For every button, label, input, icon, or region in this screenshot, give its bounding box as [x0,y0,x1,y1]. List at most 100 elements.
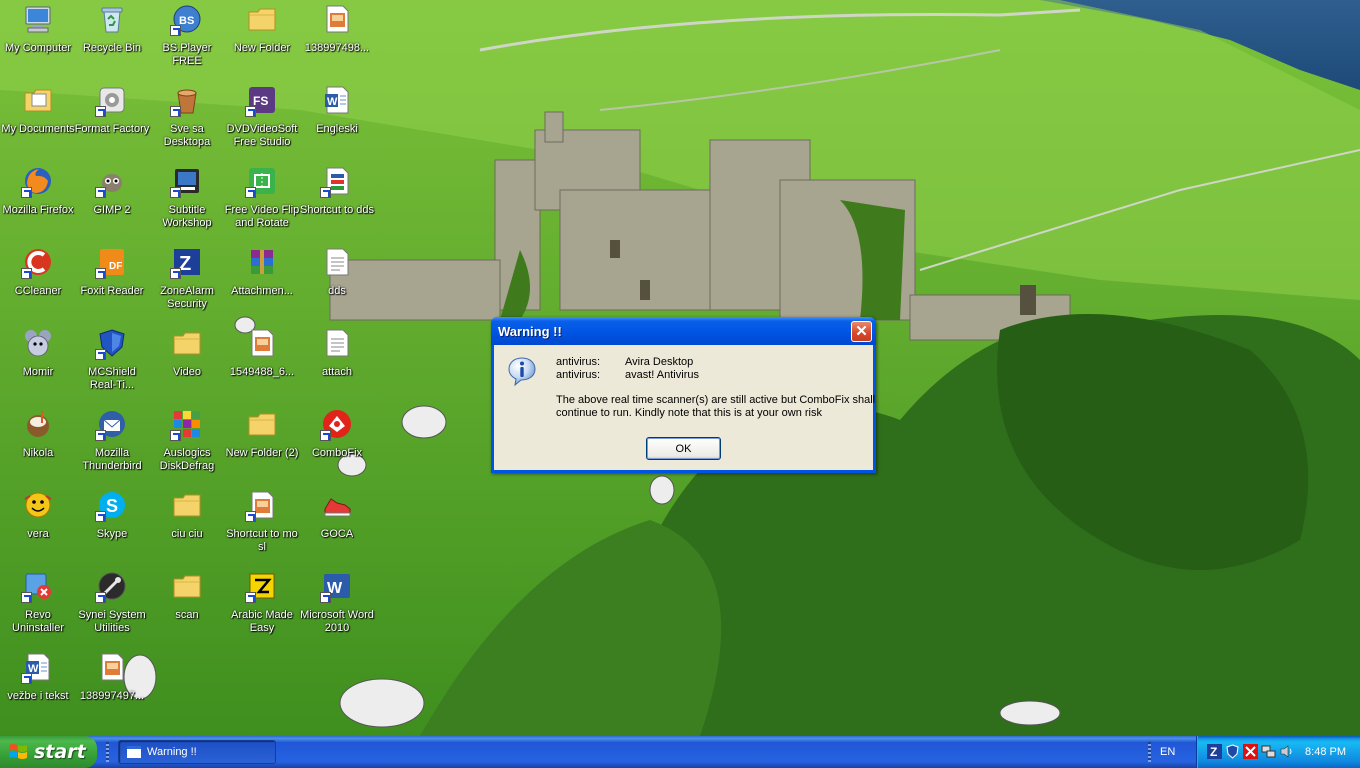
desktop-icon-label: Shortcut to mo sl [226,528,298,553]
shield-tray-icon[interactable] [1225,744,1240,759]
desktop-icon[interactable]: Shortcut to dds [299,164,375,240]
desktop-icon[interactable]: DF Foxit Reader [74,245,150,321]
desktop-icon[interactable]: Subtitle Workshop [149,164,225,240]
desktop-icon-label: Mozilla Thunderbird [82,447,142,472]
text-file-icon [320,326,354,360]
desktop-icon[interactable]: scan [149,569,225,645]
desktop-icon-label: Format Factory [74,123,150,135]
desktop-icon[interactable]: Wvežbe i tekst [0,650,76,726]
desktop-icon[interactable]: Nikola [0,407,76,483]
dialog-body: antivirus: Avira Desktop antivirus: avast!… [494,345,875,470]
zonealarm-tray-icon[interactable]: Z [1207,744,1222,759]
volume-tray-icon[interactable] [1279,744,1294,759]
desktop-icon[interactable]: GIMP 2 [74,164,150,240]
ok-button[interactable]: OK [646,437,721,460]
desktop-icon[interactable]: Sve sa Desktopa [149,83,225,159]
desktop-icon[interactable]: Free Video Flip and Rotate [224,164,300,240]
desktop-icon[interactable]: GOCA [299,488,375,564]
desktop-icon[interactable]: 138997498... [299,2,375,78]
arabic-made-easy-icon [245,569,279,603]
shortcut-arrow-icon [245,187,256,198]
close-button[interactable]: ✕ [851,321,872,342]
desktop-icon[interactable]: 1549488_6... [224,326,300,402]
desktop-icon[interactable]: My Documents [0,83,76,159]
desktop-icon-label: ciu ciu [171,528,203,540]
desktop-icon[interactable]: 138997497... [74,650,150,726]
skype-icon: S [95,488,129,522]
desktop-icon-label: vežbe i tekst [7,690,69,702]
desktop-icon-label: Revo Uninstaller [12,609,64,634]
language-indicator[interactable]: EN [1160,746,1175,758]
close-icon: ✕ [855,323,868,340]
shortcut-arrow-icon [95,349,106,360]
desktop-icon[interactable]: W Microsoft Word 2010 [299,569,375,645]
desktop-icon[interactable]: Shortcut to mo sl [224,488,300,564]
clock[interactable]: 8:48 PM [1305,746,1346,758]
desktop-icon[interactable]: Synei System Utilities [74,569,150,645]
desktop-icon-label: Attachmen... [231,285,293,297]
desktop-icon-label: Arabic Made Easy [231,609,293,634]
antivirus-row: antivirus: Avira Desktop [556,356,693,368]
desktop-icon[interactable]: Video [149,326,225,402]
folder-icon [245,2,279,36]
desktop-icon[interactable]: FS DVDVideoSoft Free Studio [224,83,300,159]
taskbar-item-warning[interactable]: Warning !! [118,740,276,764]
desktop-icon[interactable]: Z ZoneAlarm Security [149,245,225,321]
desktop-icon[interactable]: My Computer [0,2,76,78]
antivirus-row-key: antivirus: [556,369,601,381]
desktop-icon[interactable]: ciu ciu [149,488,225,564]
desktop-icon[interactable]: New Folder (2) [224,407,300,483]
image-file-icon [95,650,129,684]
desktop-icon[interactable]: Arabic Made Easy [224,569,300,645]
bsplayer-icon: BS [170,2,204,36]
desktop-icon[interactable]: Momir [0,326,76,402]
desktop-icon-label: Free Video Flip and Rotate [224,204,300,229]
desktop-icon[interactable]: dds [299,245,375,321]
documents-folder-icon [21,83,55,117]
ccleaner-icon [21,245,55,279]
shortcut-arrow-icon [320,187,331,198]
winrar-icon [245,245,279,279]
desktop-icon[interactable]: W Engleski [299,83,375,159]
taskbar-grip[interactable] [1148,742,1151,762]
desktop-icon[interactable]: CCleaner [0,245,76,321]
svg-text:W: W [327,96,338,108]
desktop-icon[interactable]: ComboFix [299,407,375,483]
shortcut-arrow-icon [95,430,106,441]
dialog-title-bar[interactable]: Warning !! [491,317,876,345]
desktop-icon[interactable]: MCShield Real-Ti... [74,326,150,402]
shortcut-arrow-icon [95,268,106,279]
window-icon [127,746,141,758]
shortcut-arrow-icon [95,187,106,198]
desktop-icon[interactable]: Mozilla Firefox [0,164,76,240]
desktop-icon-label: ComboFix [311,447,363,459]
shortcut-arrow-icon [95,592,106,603]
windows-flag-icon [9,744,27,759]
desktop-icon-label: Synei System Utilities [78,609,146,634]
network-tray-icon[interactable] [1261,744,1276,759]
desktop-icon[interactable]: vera [0,488,76,564]
start-button[interactable]: start [0,736,97,768]
thunderbird-icon [95,407,129,441]
combofix-tray-icon[interactable] [1243,744,1258,759]
desktop-icon[interactable]: Auslogics DiskDefrag [149,407,225,483]
antivirus-row-value: avast! Antivirus [625,369,699,381]
desktop-icon-label: Recycle Bin [82,42,142,54]
desktop-icon[interactable]: S Skype [74,488,150,564]
desktop-icon-label: DVDVideoSoft Free Studio [226,123,298,148]
shortcut-arrow-icon [245,106,256,117]
desktop-icon[interactable]: Attachmen... [224,245,300,321]
desktop-icon-label: Video [173,366,201,378]
desktop-icon[interactable]: Format Factory [74,83,150,159]
desktop-icon[interactable]: attach [299,326,375,402]
word-icon: W [320,569,354,603]
desktop-icon[interactable]: Mozilla Thunderbird [74,407,150,483]
desktop-icon[interactable]: Recycle Bin [74,2,150,78]
desktop-icon[interactable]: Revo Uninstaller [0,569,76,645]
information-icon [508,357,536,387]
desktop-icon[interactable]: New Folder [224,2,300,78]
desktop-icon[interactable]: BS BS.Player FREE [149,2,225,78]
firefox-icon [21,164,55,198]
taskbar-grip[interactable] [106,742,109,762]
shortcut-arrow-icon [320,592,331,603]
